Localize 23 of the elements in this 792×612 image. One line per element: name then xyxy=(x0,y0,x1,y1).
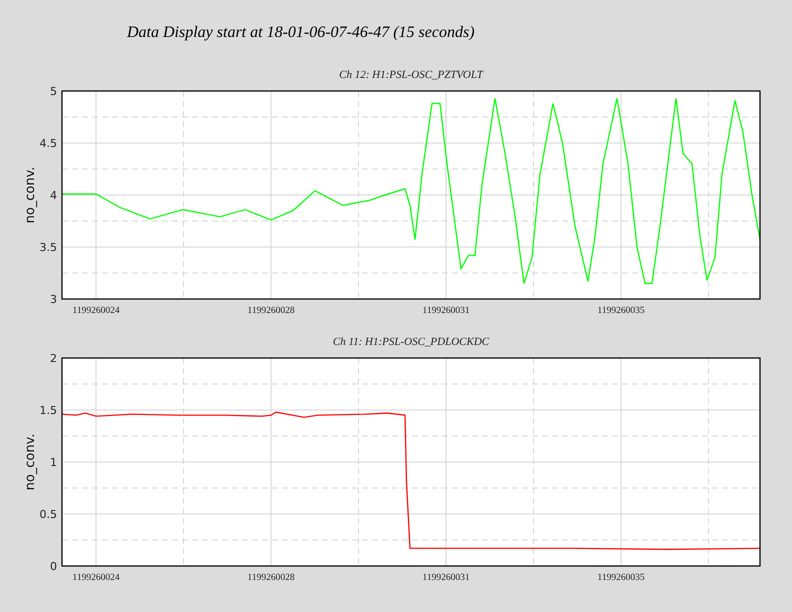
axis-label: no_conv. xyxy=(23,434,38,490)
tick-label: 1199260028 xyxy=(247,306,295,316)
tick-label: 1199260031 xyxy=(422,306,470,316)
page-title: Data Display start at 18-01-06-07-46-47 (15 seconds) xyxy=(127,24,475,41)
tick-label: 1.5 xyxy=(40,404,57,417)
tick-label: 0 xyxy=(50,560,57,573)
axis-label: no_conv. xyxy=(23,166,38,224)
tick-label: 3.5 xyxy=(40,241,57,254)
tick-label: 2 xyxy=(50,352,57,365)
tick-label: 1199260028 xyxy=(247,573,295,583)
chart-title: Ch 11: H1:PSL-OSC_PDLOCKDC xyxy=(332,336,490,348)
tick-label: 1199260035 xyxy=(597,306,645,316)
tick-label: 1199260024 xyxy=(72,306,120,316)
chart-title: Ch 12: H1:PSL-OSC_PZTVOLT xyxy=(339,69,483,81)
tick-label: 4.5 xyxy=(40,137,57,150)
tick-label: 3 xyxy=(50,293,57,306)
tick-label: 4 xyxy=(50,189,57,202)
tick-label: 0.5 xyxy=(40,508,57,521)
tick-label: 1199260035 xyxy=(597,573,645,583)
tick-label: 5 xyxy=(50,85,57,98)
tick-label: 1 xyxy=(50,456,57,469)
tick-label: 1199260024 xyxy=(72,573,120,583)
tick-label: 1199260031 xyxy=(422,573,470,583)
